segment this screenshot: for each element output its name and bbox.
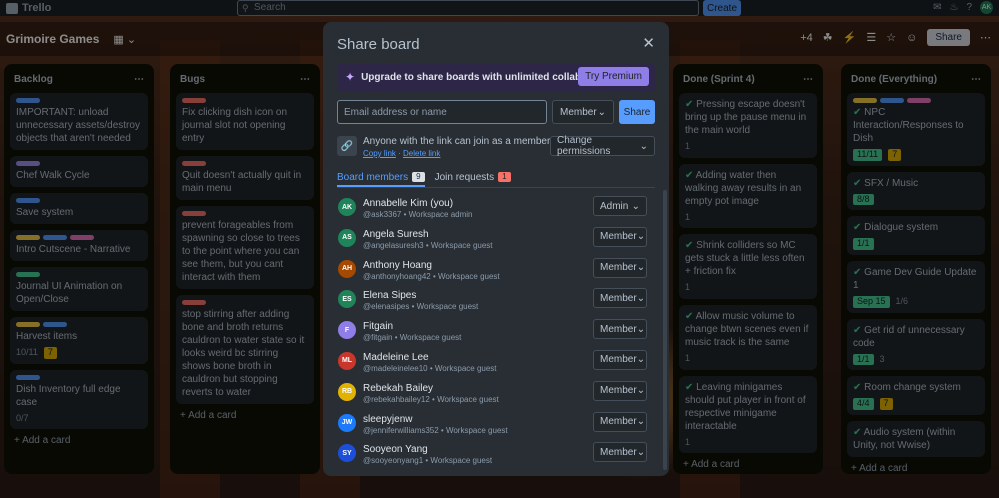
chevron-down-icon: ⌄ [636,323,646,335]
chevron-down-icon: ⌄ [636,262,646,274]
chevron-down-icon: ⌄ [639,140,648,152]
chevron-down-icon: ⌄ [636,354,646,366]
share-board-dialog: Share board ✕ ✦ Upgrade to share boards … [323,22,669,476]
close-icon[interactable]: ✕ [642,36,655,51]
member-role-select[interactable]: Member ⌄ [593,442,647,463]
invite-row: Member⌄ Share [337,100,655,124]
member-row: F Fitgain @fitgain • Workspace guest Member… [337,319,655,350]
member-role-select[interactable]: Member ⌄ [593,349,647,370]
member-handle: @fitgain • Workspace guest [363,333,462,343]
member-name: Angela Suresh [363,228,429,240]
tab-join-requests[interactable]: Join requests 1 [435,172,511,187]
member-name: Sooyeon Yang [363,444,428,456]
member-role-select[interactable]: Member ⌄ [593,411,647,432]
member-avatar[interactable]: AS [338,228,356,247]
member-name: Rebekah Bailey [363,382,434,394]
try-premium-button[interactable]: Try Premium [578,67,649,86]
chevron-down-icon: ⌄ [636,416,646,428]
member-avatar[interactable]: ML [338,351,356,370]
member-row: AK Annabelle Kim (you) @ask3367 • Workspac… [337,196,655,227]
member-handle: @ask3367 • Workspace admin [363,210,473,219]
chevron-down-icon: ⌄ [636,292,646,304]
member-role-select[interactable]: Member ⌄ [593,380,647,401]
member-row: AS Angela Suresh @angelasuresh3 • Workspac… [337,226,655,258]
member-list-scrollbar[interactable] [663,190,667,470]
copy-link[interactable]: Copy link [363,149,396,158]
email-input[interactable] [337,100,547,124]
member-row: ES Elena Sipes @elenasipes • Workspace gue… [337,288,655,319]
member-role-select[interactable]: Admin ⌄ [593,196,647,216]
member-row: AH Anthony Hoang @anthonyhoang42 • Workspa… [337,257,655,289]
member-avatar[interactable]: AH [338,259,356,278]
member-handle: @elenasipes • Workspace guest [363,302,479,312]
chevron-down-icon: ⌄ [636,446,646,458]
member-name: Madeleine Lee [363,351,429,363]
member-avatar[interactable]: ES [338,290,356,309]
member-avatar[interactable]: AK [338,198,356,216]
member-row: RB Rebekah Bailey @rebekahbailey12 • Works… [337,380,655,412]
member-role-select[interactable]: Member ⌄ [593,257,647,278]
member-role-select[interactable]: Member ⌄ [593,319,647,340]
chevron-down-icon: ⌄ [631,200,640,212]
member-tabs: Board members 9 Join requests 1 [337,172,655,188]
chevron-down-icon: ⌄ [636,385,646,397]
member-avatar[interactable]: SY [338,444,356,463]
link-icon: 🔗 [337,136,357,156]
member-handle: @anthonyhoang42 • Workspace guest [363,271,500,281]
sparkle-icon: ✦ [345,70,356,84]
member-name: Anthony Hoang [363,259,432,271]
member-role-select[interactable]: Member ⌄ [593,226,647,247]
member-role-select[interactable]: Member ⌄ [593,288,647,309]
chevron-down-icon: ⌄ [597,106,606,118]
member-handle: @sooyeonyang1 • Workspace guest [363,456,493,466]
member-handle: @angelasuresh3 • Workspace guest [363,240,493,250]
member-name: Annabelle Kim (you) [363,198,454,209]
invite-role-select[interactable]: Member ⌄ [552,100,614,124]
chevron-down-icon: ⌄ [636,231,646,243]
link-separator: · [395,149,404,158]
share-link-row: 🔗 Anyone with the link can join as a mem… [337,135,655,160]
upgrade-banner: ✦ Upgrade to share boards with unlimited… [337,63,655,91]
member-avatar[interactable]: F [338,321,356,340]
member-row: ML Madeleine Lee @madeleinelee10 • Workspa… [337,349,655,381]
member-row: SY Sooyeon Yang @sooyeonyang1 • Workspace … [337,442,655,472]
member-handle: @jenniferwilliams352 • Workspace guest [363,425,508,435]
member-handle: @madeleinelee10 • Workspace guest [363,363,497,373]
change-permissions-button[interactable]: Change permissions ⌄ [550,135,655,157]
delete-link[interactable]: Delete link [403,149,440,158]
member-name: sleepyjenw [363,413,413,425]
member-handle: @rebekahbailey12 • Workspace guest [363,394,499,404]
member-row: JW sleepyjenw @jenniferwilliams352 • Works… [337,411,655,443]
member-name: Fitgain [363,321,394,333]
member-list: AK Annabelle Kim (you) @ask3367 • Workspac… [337,196,655,472]
member-name: Elena Sipes [363,290,417,302]
share-button[interactable]: Share [619,100,655,124]
tab-board-members[interactable]: Board members 9 [337,172,425,187]
dialog-title: Share board [337,36,420,53]
member-avatar[interactable]: RB [338,382,356,401]
member-avatar[interactable]: JW [338,413,356,432]
